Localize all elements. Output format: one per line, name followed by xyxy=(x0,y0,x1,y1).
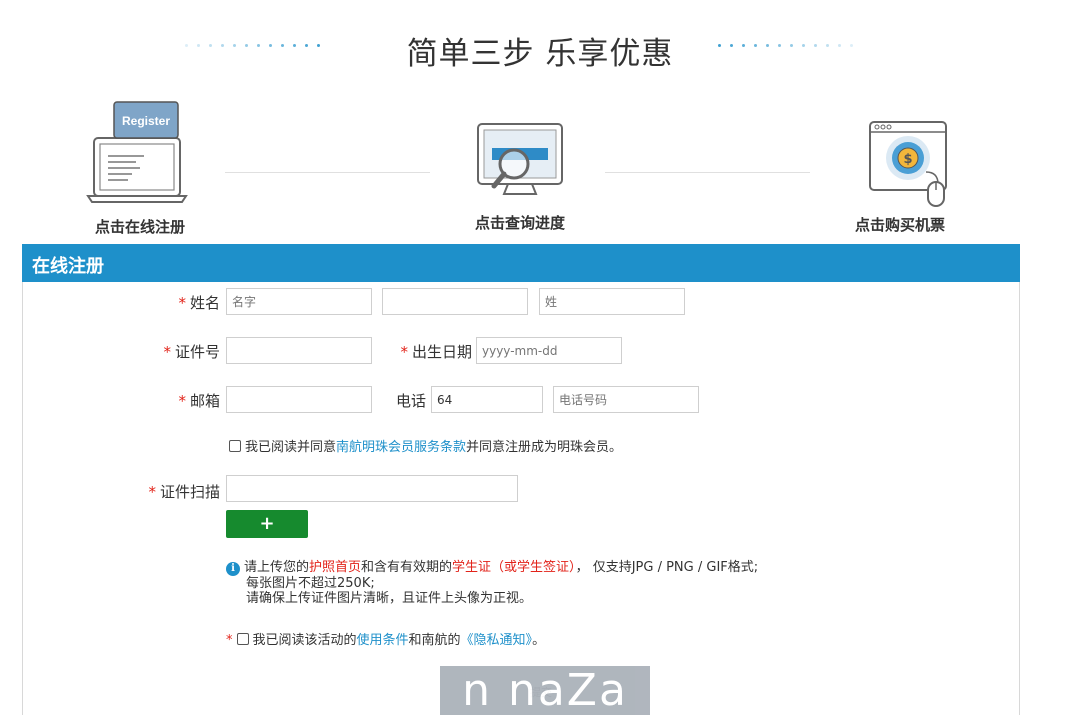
first-name-input[interactable] xyxy=(226,288,372,315)
scan-input[interactable] xyxy=(226,475,518,502)
step-progress-label: 点击查询进度 xyxy=(474,214,565,232)
watermark: n naZa xyxy=(440,666,650,715)
step-buy: $ 点击购买机票 xyxy=(840,120,960,235)
decor-dot xyxy=(754,44,757,47)
agree-member-checkbox[interactable] xyxy=(229,440,241,452)
agree-member-row: 我已阅读并同意南航明珠会员服务条款并同意注册成为明珠会员。 xyxy=(229,436,622,455)
decor-dot xyxy=(826,44,829,47)
middle-name-input[interactable] xyxy=(382,288,528,315)
decor-dots-right xyxy=(718,44,858,48)
step-progress: 点击查询进度 xyxy=(460,120,580,233)
email-label: * 邮箱 xyxy=(178,392,220,410)
phone-label: 电话 xyxy=(395,392,426,410)
agree-terms-row: * 我已阅读该活动的使用条件和南航的《隐私通知》。 xyxy=(226,633,546,648)
name-label: * 姓名 xyxy=(178,294,220,312)
phone-number-input[interactable] xyxy=(553,386,699,413)
page-title: 简单三步 乐享优惠 xyxy=(406,36,674,72)
birth-date-label: * 出生日期 xyxy=(400,343,472,361)
scan-label: * 证件扫描 xyxy=(148,483,220,501)
usage-conditions-link[interactable]: 使用条件 xyxy=(357,633,409,648)
last-name-input[interactable] xyxy=(539,288,685,315)
step-register: Register 点击在线注册 xyxy=(80,100,200,237)
decor-dot xyxy=(802,44,805,47)
step-connector xyxy=(225,172,430,173)
step-connector xyxy=(605,172,810,173)
browser-coin-icon: $ xyxy=(869,121,947,207)
id-number-label: * 证件号 xyxy=(163,343,220,361)
privacy-notice-link[interactable]: 《隐私通知》 xyxy=(461,633,533,648)
register-laptop-icon: Register xyxy=(86,101,188,203)
decor-dot xyxy=(730,44,733,47)
decor-dot xyxy=(838,44,841,47)
id-number-input[interactable] xyxy=(226,337,372,364)
svg-text:$: $ xyxy=(903,152,912,167)
decor-dot xyxy=(790,44,793,47)
decor-dot xyxy=(850,44,853,47)
monitor-magnifier-icon xyxy=(477,123,563,195)
register-badge-text: Register xyxy=(122,114,170,128)
email-input[interactable] xyxy=(226,386,372,413)
decor-dot xyxy=(718,44,721,47)
decor-dot xyxy=(778,44,781,47)
step-buy-label: 点击购买机票 xyxy=(854,216,945,234)
info-icon: i xyxy=(226,562,240,576)
panel-title: 在线注册 xyxy=(22,244,1020,282)
agree-terms-checkbox[interactable] xyxy=(236,633,249,645)
member-terms-link[interactable]: 南航明珠会员服务条款 xyxy=(336,440,466,455)
add-upload-button[interactable]: + xyxy=(226,510,308,538)
upload-info: i 请上传您的护照首页和含有有效期的学生证（或学生签证）， 仅支持JPG / PN… xyxy=(226,560,758,606)
decor-dot xyxy=(766,44,769,47)
decor-dot xyxy=(742,44,745,47)
phone-country-code-input[interactable] xyxy=(431,386,543,413)
step-register-label: 点击在线注册 xyxy=(94,218,185,236)
birth-date-input[interactable] xyxy=(476,337,622,364)
decor-dot xyxy=(814,44,817,47)
